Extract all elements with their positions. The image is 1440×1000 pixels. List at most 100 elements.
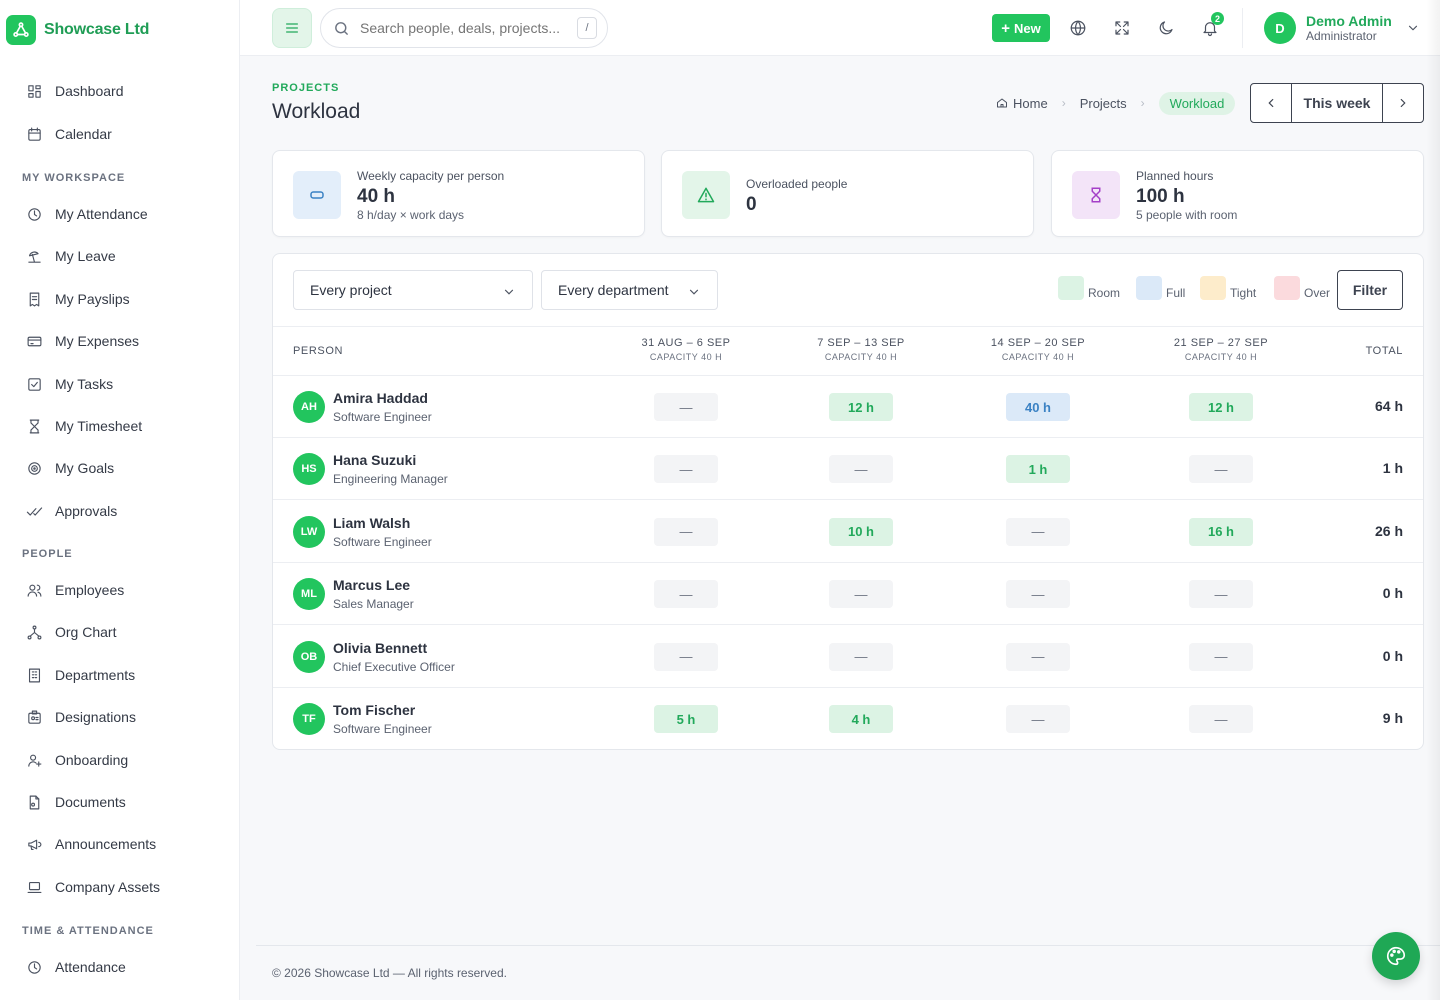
sidebar-item-label: My Leave bbox=[55, 248, 116, 264]
table-row[interactable]: LW Liam Walsh Software Engineer — 10 h — 16 h 2… bbox=[273, 501, 1423, 563]
week-range: 7 SEP – 13 SEP bbox=[817, 337, 905, 349]
search-input[interactable] bbox=[360, 20, 570, 36]
workload-cell[interactable]: 16 h bbox=[1189, 517, 1253, 546]
stat-sub: 5 people with room bbox=[1136, 208, 1238, 222]
sidebar-item-approvals[interactable]: Approvals bbox=[26, 499, 117, 523]
workload-cell[interactable]: — bbox=[1189, 580, 1253, 609]
new-button[interactable]: + New bbox=[992, 14, 1050, 42]
table-row[interactable]: HS Hana Suzuki Engineering Manager — — 1 h — 1 … bbox=[273, 438, 1423, 501]
sidebar-item-my-tasks[interactable]: My Tasks bbox=[26, 372, 113, 396]
next-week-button[interactable] bbox=[1383, 84, 1423, 122]
column-header-week: 14 SEP – 20 SEP CAPACITY 40 H bbox=[968, 337, 1108, 362]
sidebar-item-company-assets[interactable]: Company Assets bbox=[26, 875, 160, 899]
workload-cell[interactable]: — bbox=[829, 580, 893, 609]
menu-toggle-button[interactable] bbox=[272, 8, 312, 48]
workload-cell[interactable]: — bbox=[654, 517, 718, 546]
workload-cell[interactable]: 1 h bbox=[1006, 455, 1070, 484]
workload-cell[interactable]: 10 h bbox=[829, 517, 893, 546]
workload-cell[interactable]: — bbox=[1189, 705, 1253, 733]
theme-customizer-button[interactable] bbox=[1372, 932, 1420, 980]
brand[interactable]: Showcase Ltd bbox=[6, 15, 149, 45]
workload-cell[interactable]: 12 h bbox=[829, 393, 893, 421]
sidebar-item-my-payslips[interactable]: My Payslips bbox=[26, 287, 130, 311]
breadcrumb-projects[interactable]: Projects bbox=[1080, 96, 1127, 111]
workload-cell[interactable]: — bbox=[654, 455, 718, 484]
person-name[interactable]: Tom Fischer bbox=[333, 702, 415, 718]
theme-toggle-button[interactable] bbox=[1149, 11, 1183, 45]
workload-cell[interactable]: — bbox=[1006, 580, 1070, 609]
workload-cell[interactable]: — bbox=[829, 455, 893, 484]
department-filter-select[interactable]: Every department bbox=[541, 270, 718, 310]
workload-cell[interactable]: 5 h bbox=[654, 705, 718, 733]
person-name[interactable]: Marcus Lee bbox=[333, 577, 410, 593]
sidebar-item-onboarding[interactable]: Onboarding bbox=[26, 748, 128, 772]
sidebar-item-my-goals[interactable]: My Goals bbox=[26, 456, 114, 480]
user-plus-icon bbox=[28, 754, 42, 767]
workload-cell[interactable]: — bbox=[1006, 705, 1070, 733]
sidebar-item-calendar[interactable]: Calendar bbox=[26, 122, 112, 146]
sidebar-item-my-leave[interactable]: My Leave bbox=[26, 244, 116, 268]
page-eyebrow: PROJECTS bbox=[272, 82, 340, 94]
person-name[interactable]: Olivia Bennett bbox=[333, 640, 427, 656]
filter-button[interactable]: Filter bbox=[1337, 270, 1403, 310]
table-row[interactable]: OB Olivia Bennett Chief Executive Officer —… bbox=[273, 626, 1423, 688]
workload-cell[interactable]: — bbox=[1189, 642, 1253, 671]
fullscreen-button[interactable] bbox=[1105, 11, 1139, 45]
person-role: Software Engineer bbox=[333, 534, 432, 549]
users-icon bbox=[27, 584, 42, 597]
sidebar-item-attendance[interactable]: Attendance bbox=[26, 955, 126, 979]
legend-over: Over bbox=[1274, 276, 1330, 300]
scroll-shadow bbox=[1426, 0, 1440, 1000]
search-box[interactable]: / bbox=[320, 8, 608, 48]
project-filter-select[interactable]: Every project bbox=[293, 270, 533, 310]
sidebar-item-label: Documents bbox=[55, 794, 126, 810]
sidebar-item-org-chart[interactable]: Org Chart bbox=[26, 620, 116, 644]
sidebar-item-departments[interactable]: Departments bbox=[26, 663, 135, 687]
clock-icon bbox=[28, 207, 41, 221]
workload-cell[interactable]: — bbox=[1006, 642, 1070, 671]
workload-cell[interactable]: — bbox=[829, 642, 893, 671]
workload-cell[interactable]: — bbox=[654, 580, 718, 609]
sidebar-item-my-expenses[interactable]: My Expenses bbox=[26, 329, 139, 353]
sidebar-item-documents[interactable]: Documents bbox=[26, 790, 126, 814]
column-header-week: 31 AUG – 6 SEP CAPACITY 40 H bbox=[616, 337, 756, 362]
capacity-icon bbox=[293, 171, 341, 219]
legend-tight: Tight bbox=[1200, 276, 1256, 300]
workload-cell[interactable]: — bbox=[654, 642, 718, 671]
person-name[interactable]: Liam Walsh bbox=[333, 515, 410, 531]
previous-week-button[interactable] bbox=[1251, 84, 1291, 122]
sidebar-item-employees[interactable]: Employees bbox=[26, 578, 124, 602]
stat-card-planned: Planned hours 100 h 5 people with room bbox=[1051, 150, 1424, 237]
person-name[interactable]: Amira Haddad bbox=[333, 390, 428, 406]
sidebar-item-designations[interactable]: Designations bbox=[26, 705, 136, 729]
row-total: 1 h bbox=[1382, 460, 1403, 477]
breadcrumb-separator-icon: › bbox=[1061, 96, 1066, 110]
workload-cell[interactable]: 40 h bbox=[1006, 393, 1070, 421]
stat-label: Planned hours bbox=[1136, 169, 1214, 183]
plus-icon: + bbox=[1001, 19, 1011, 37]
workload-cell[interactable]: 4 h bbox=[829, 705, 893, 733]
row-total: 0 h bbox=[1382, 647, 1403, 664]
search-shortcut-hint: / bbox=[577, 17, 597, 39]
person-name[interactable]: Hana Suzuki bbox=[333, 452, 416, 468]
sidebar-section-title: MY WORKSPACE bbox=[22, 172, 126, 184]
table-row[interactable]: TF Tom Fischer Software Engineer 5 h 4 h — — 9 … bbox=[273, 688, 1423, 750]
workload-cell[interactable]: 12 h bbox=[1189, 393, 1253, 421]
workload-cell[interactable]: — bbox=[1006, 517, 1070, 546]
table-row[interactable]: ML Marcus Lee Sales Manager — — — — 0 h bbox=[273, 563, 1423, 626]
brand-logo-icon bbox=[6, 15, 36, 45]
current-week-button[interactable]: This week bbox=[1291, 84, 1383, 122]
workload-cell[interactable]: — bbox=[1189, 455, 1253, 484]
table-row[interactable]: AH Amira Haddad Software Engineer — 12 h 40 h… bbox=[273, 376, 1423, 438]
sidebar-item-announcements[interactable]: Announcements bbox=[26, 832, 156, 856]
sidebar-item-label: Calendar bbox=[55, 126, 112, 142]
notifications-button[interactable]: 2 bbox=[1193, 11, 1227, 45]
user-menu[interactable]: D Demo Admin Administrator bbox=[1264, 12, 1420, 44]
sidebar-item-dashboard[interactable]: Dashboard bbox=[26, 79, 124, 103]
workload-cell[interactable]: — bbox=[654, 393, 718, 421]
breadcrumb-home[interactable]: Home bbox=[996, 96, 1048, 111]
sidebar-item-my-attendance[interactable]: My Attendance bbox=[26, 202, 148, 226]
language-button[interactable] bbox=[1061, 11, 1095, 45]
sidebar-item-my-timesheet[interactable]: My Timesheet bbox=[26, 414, 142, 438]
week-capacity: CAPACITY 40 H bbox=[1184, 352, 1258, 362]
